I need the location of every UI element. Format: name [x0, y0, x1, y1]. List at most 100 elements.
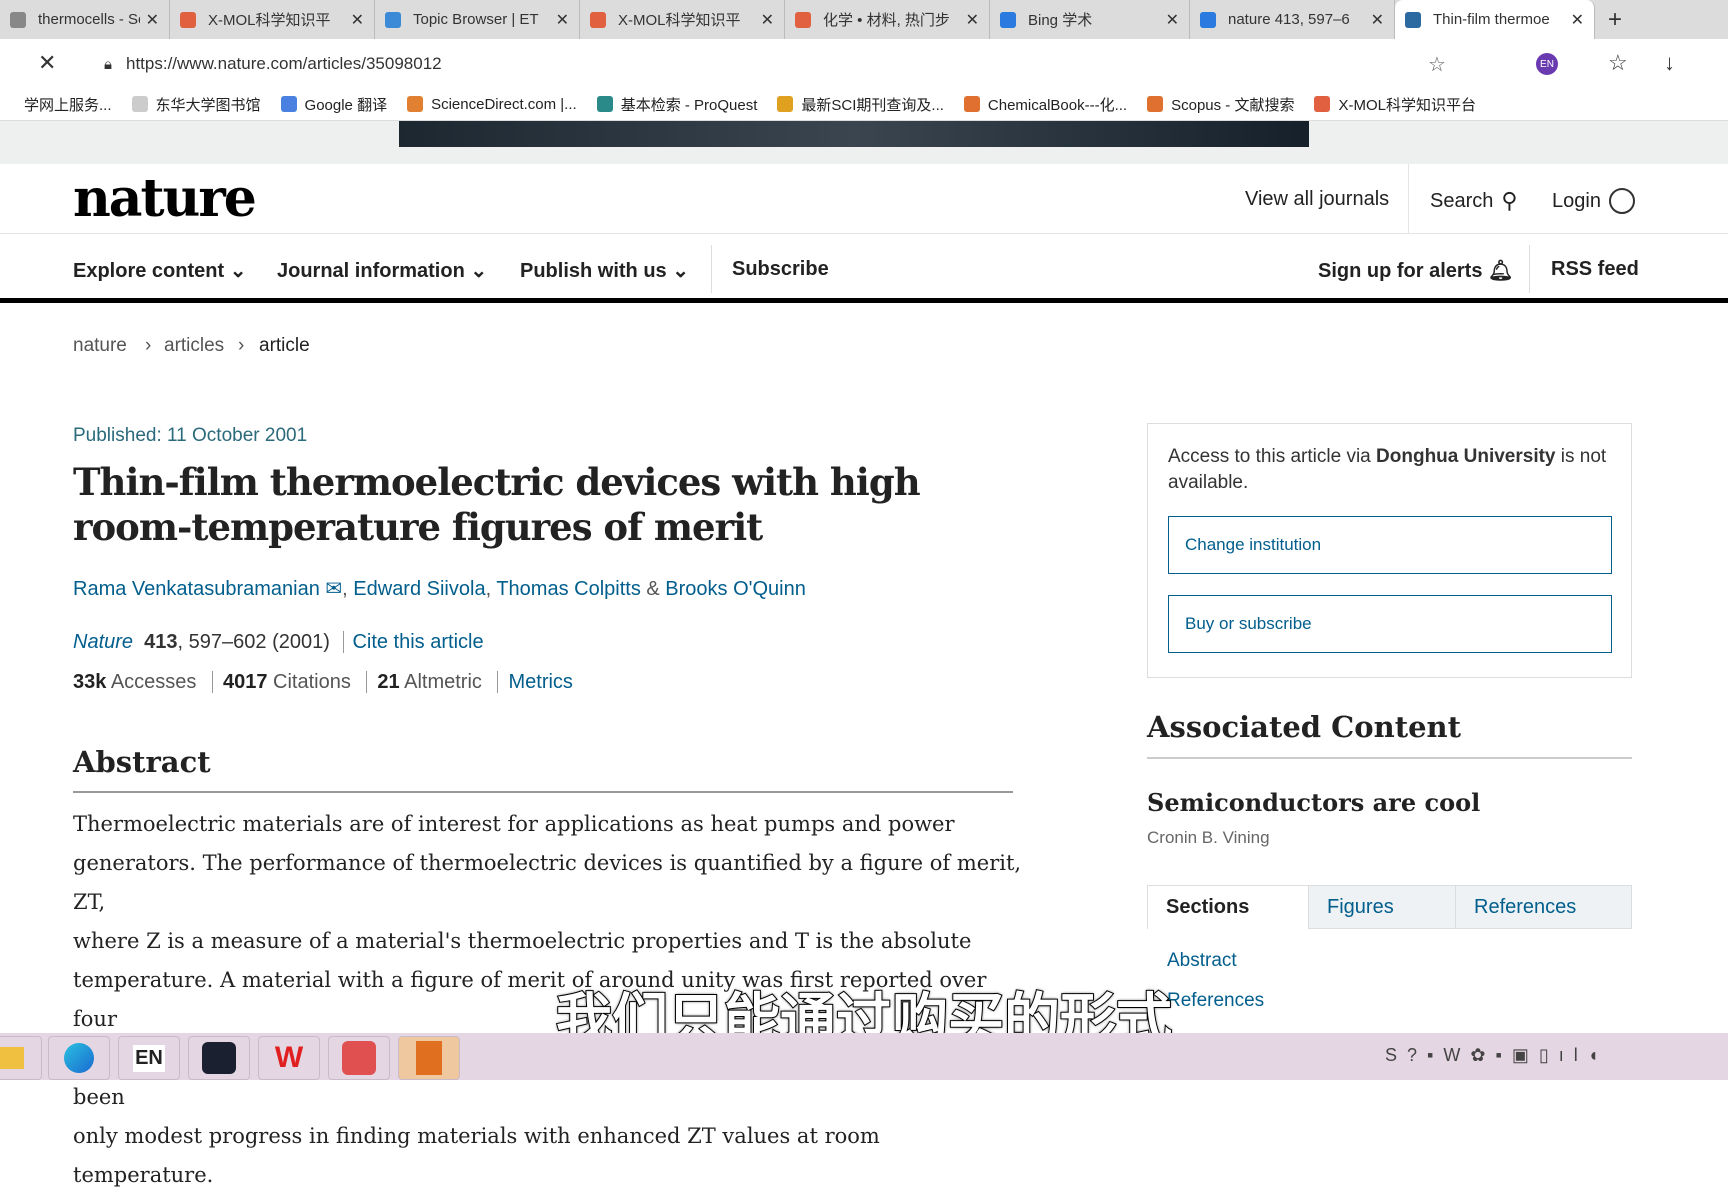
close-tab-icon[interactable]: ✕ [556, 10, 569, 30]
nav-explore-content[interactable]: Explore content ⌄ [73, 258, 246, 283]
bookmarks-bar: 学网上服务... 东华大学图书馆 Google 翻译 ScienceDirect.co… [0, 88, 1728, 121]
bookmark-icon [1147, 96, 1164, 112]
bookmark-icon [1314, 96, 1331, 112]
bookmark-item[interactable]: ChemicalBook---化... [963, 94, 1128, 115]
browser-tab[interactable]: X-MOL科学知识平 ✕ [580, 0, 785, 39]
url-bar[interactable]: 🔒︎ https://www.nature.com/articles/35098… [84, 45, 1514, 83]
citations-label: Citations [273, 671, 351, 693]
language-label: EN [133, 1044, 165, 1072]
close-tab-icon[interactable]: ✕ [351, 10, 364, 30]
browser-tab[interactable]: X-MOL科学知识平 ✕ [170, 0, 375, 39]
edge-icon[interactable] [48, 1036, 110, 1080]
tab-label: 化学 • 材料, 热门步 [823, 12, 950, 29]
nav-label: Journal information [277, 260, 465, 282]
rss-feed-link[interactable]: RSS feed [1551, 258, 1639, 281]
view-all-journals-link[interactable]: View all journals [1245, 188, 1389, 211]
close-tab-icon[interactable]: ✕ [761, 10, 774, 30]
change-institution-button[interactable]: Change institution [1168, 516, 1612, 574]
system-tray-icons[interactable]: S?▪W✿▪▣▯ıl◖ [1385, 1045, 1609, 1066]
bookmark-icon [280, 96, 297, 112]
wps-icon[interactable]: W [258, 1036, 320, 1080]
nav-publish-with-us[interactable]: Publish with us ⌄ [520, 258, 689, 283]
download-icon[interactable]: ↓ [1664, 50, 1675, 76]
published-date: Published: 11 October 2001 [73, 425, 308, 446]
media-player-icon[interactable] [398, 1036, 460, 1080]
ad-image[interactable] [399, 121, 1309, 147]
breadcrumb-article: article [259, 335, 310, 356]
metrics-link[interactable]: Metrics [508, 671, 572, 693]
nature-logo[interactable]: nature [73, 168, 257, 229]
email-icon[interactable]: ✉ [320, 578, 342, 600]
tab-label: X-MOL科学知识平 [208, 12, 331, 29]
bookmark-item[interactable]: 基本检索 - ProQuest [596, 94, 757, 115]
buy-or-subscribe-button[interactable]: Buy or subscribe [1168, 595, 1612, 653]
user-icon [1608, 188, 1635, 214]
new-tab-button[interactable]: + [1608, 6, 1622, 34]
stop-loading-icon[interactable]: ✕ [38, 50, 56, 76]
abstract-line: generators. The performance of thermoele… [73, 851, 1022, 914]
tab-sections[interactable]: Sections [1147, 885, 1309, 929]
bookmark-icon [963, 96, 980, 112]
bookmark-item[interactable]: Google 翻译 [280, 94, 387, 115]
author-link[interactable]: Brooks O'Quinn [665, 578, 806, 600]
close-tab-icon[interactable]: ✕ [1371, 10, 1384, 30]
author-link[interactable]: Thomas Colpitts [496, 578, 641, 600]
breadcrumb-articles[interactable]: articles [164, 335, 224, 357]
url-text[interactable]: https://www.nature.com/articles/35098012 [126, 54, 442, 74]
cite-this-article-link[interactable]: Cite this article [352, 631, 483, 653]
nav-label: Explore content [73, 260, 225, 282]
browser-tab[interactable]: 化学 • 材料, 热门步 ✕ [785, 0, 990, 39]
access-message: Access to this article via Donghua Unive… [1168, 444, 1608, 496]
abstract-line: where Z is a measure of a material's the… [73, 929, 972, 953]
tab-figures[interactable]: Figures [1308, 885, 1456, 929]
tab-references[interactable]: References [1455, 885, 1632, 929]
bookmark-item[interactable]: ScienceDirect.com |... [407, 96, 577, 113]
author-link[interactable]: Rama Venkatasubramanian [73, 578, 320, 600]
close-tab-icon[interactable]: ✕ [146, 10, 159, 30]
browser-tab[interactable]: Topic Browser | ET ✕ [375, 0, 580, 39]
nav-subscribe[interactable]: Subscribe [732, 258, 829, 281]
alerts-label: Sign up for alerts [1318, 260, 1483, 282]
breadcrumb-nature[interactable]: nature [73, 335, 127, 357]
bookmark-item[interactable]: Scopus - 文献搜索 [1147, 94, 1294, 115]
abstract-heading: Abstract [73, 745, 211, 779]
nav-journal-information[interactable]: Journal information ⌄ [277, 258, 487, 283]
bookmark-icon [407, 96, 424, 112]
chevron-right-icon: › [238, 335, 245, 356]
volume: 413 [144, 631, 178, 653]
video-app-icon[interactable] [188, 1036, 250, 1080]
close-tab-icon[interactable]: ✕ [966, 10, 979, 30]
bookmark-item[interactable]: 最新SCI期刊查询及... [777, 94, 944, 115]
close-tab-icon[interactable]: ✕ [1166, 10, 1179, 30]
accesses-count: 33k [73, 671, 107, 693]
file-explorer-icon[interactable] [0, 1036, 42, 1080]
access-box: Access to this article via Donghua Unive… [1147, 423, 1632, 678]
sign-up-alerts-link[interactable]: Sign up for alerts 🔔︎ [1318, 258, 1513, 283]
language-icon[interactable]: EN [118, 1036, 180, 1080]
login-button[interactable]: Login [1552, 188, 1635, 214]
tab-label: Bing 学术 [1028, 12, 1093, 29]
associated-author: Cronin B. Vining [1147, 828, 1270, 847]
bookmark-item[interactable]: X-MOL科学知识平台 [1314, 94, 1476, 115]
browser-tab[interactable]: Bing 学术 ✕ [990, 0, 1190, 39]
associated-article-link[interactable]: Semiconductors are cool [1147, 788, 1480, 817]
divider [1147, 757, 1632, 759]
accesses-label: Accesses [110, 671, 197, 693]
profile-avatar[interactable]: EN [1536, 53, 1558, 75]
bookmark-label: Scopus - 文献搜索 [1171, 96, 1295, 114]
bookmark-label: ChemicalBook---化... [987, 96, 1128, 114]
section-link-abstract[interactable]: Abstract [1167, 950, 1237, 972]
bookmark-label: 学网上服务... [24, 96, 112, 114]
browser-tab[interactable]: thermocells - Sear ✕ [0, 0, 170, 39]
favorites-icon[interactable]: ☆ [1608, 50, 1628, 76]
pdf-app-icon[interactable] [328, 1036, 390, 1080]
bookmark-item[interactable]: 东华大学图书馆 [131, 94, 261, 115]
journal-name[interactable]: Nature [73, 631, 133, 653]
browser-tab[interactable]: Thin-film thermoe ✕ [1395, 0, 1595, 39]
favorite-add-icon[interactable]: ☆ [1428, 52, 1446, 77]
bookmark-item[interactable]: 学网上服务... [0, 94, 112, 115]
browser-tab[interactable]: nature 413, 597–6 ✕ [1190, 0, 1395, 39]
close-tab-icon[interactable]: ✕ [1571, 10, 1584, 30]
author-link[interactable]: Edward Siivola [353, 578, 485, 600]
search-button[interactable]: Search ⚲ [1430, 188, 1518, 214]
